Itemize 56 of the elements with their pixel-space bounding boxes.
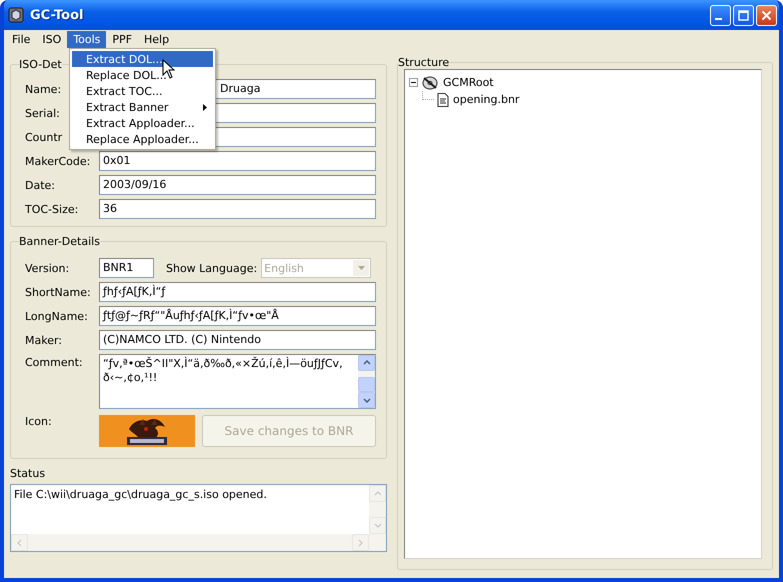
group-label: Banner-Details [19, 235, 100, 248]
field-label: Version: [25, 262, 70, 274]
scroll-thumb[interactable] [358, 376, 375, 392]
tree-line [422, 91, 434, 100]
maximize-icon [738, 10, 749, 20]
chevron-up-icon [374, 491, 382, 496]
text-field[interactable]: (C)NAMCO LTD. (C) Nintendo [99, 330, 376, 350]
comment-field[interactable]: “ƒv,ª•œŠ^II"X,Ì“ä,ð‰ð,«×Žú,í,ê,Ì—öuƒJƒCv,ð‹~,¢o,¹!! [99, 354, 376, 409]
field-label: Show Language: [166, 262, 258, 274]
field-label: Comment: [25, 356, 84, 369]
log-text: File C:\wii\druaga_gc\druaga_gc_s.iso opened. [13, 487, 268, 503]
field-label: ShortName: [25, 286, 92, 298]
minimize-icon [715, 18, 722, 20]
text-field[interactable]: 2003/09/16 [99, 175, 376, 195]
chevron-up-icon [362, 360, 370, 366]
field-label: TOC-Size: [25, 202, 80, 216]
menu-item[interactable]: Extract DOL... [72, 51, 213, 67]
text-field[interactable]: ƒhƒ‹ƒA[ƒK,Ì“ƒ [99, 282, 376, 302]
maximize-button[interactable] [733, 4, 754, 26]
field-label: MakerCode: [25, 154, 92, 168]
chevron-right-icon [358, 538, 363, 546]
tree-item[interactable]: GCMRoot [442, 76, 495, 89]
group-label: ISO-Det [19, 58, 62, 71]
chevron-down-icon [374, 523, 382, 528]
text-field[interactable]: ƒtƒ@ƒ~ƒRƒ“"Åuƒhƒ‹ƒA[ƒK,Ì“ƒv•œ"Å [99, 306, 376, 326]
app-icon [8, 7, 24, 23]
section-label: Status [10, 467, 46, 480]
field-label: Maker: [25, 334, 64, 346]
group-label: Structure [398, 56, 450, 69]
caret-icon [358, 266, 365, 270]
minimize-button[interactable] [710, 4, 731, 26]
close-icon [761, 10, 772, 20]
chevron-down-icon [362, 398, 370, 403]
menu-item[interactable]: File [6, 31, 36, 48]
collapse-icon[interactable] [409, 78, 418, 87]
text-field[interactable]: 0x01 [99, 151, 376, 171]
text-field[interactable]: 36 [99, 199, 376, 219]
menu-item[interactable]: PPF [106, 31, 138, 48]
file-icon [437, 92, 449, 106]
menu-item[interactable]: Replace Apploader... [72, 131, 213, 147]
menu-item[interactable]: Help [138, 31, 176, 48]
menu-item[interactable]: Tools [67, 31, 106, 48]
tree-item[interactable]: opening.bnr [452, 93, 520, 106]
scroll-up-button[interactable] [358, 355, 375, 371]
field-label: Icon: [25, 415, 53, 428]
menu-item[interactable]: ISO [36, 31, 68, 48]
field-label: LongName: [25, 310, 89, 322]
field-label: Date: [25, 178, 56, 192]
disc-icon [421, 74, 439, 90]
window-title: GC-Tool [30, 8, 84, 22]
chevron-left-icon [17, 538, 22, 546]
scroll-down-button[interactable] [358, 392, 375, 408]
menu-item[interactable]: Extract Banner [72, 99, 213, 115]
text-field[interactable]: BNR1 [99, 258, 154, 278]
menu-item[interactable]: Extract Apploader... [72, 115, 213, 131]
close-button[interactable] [756, 4, 777, 26]
